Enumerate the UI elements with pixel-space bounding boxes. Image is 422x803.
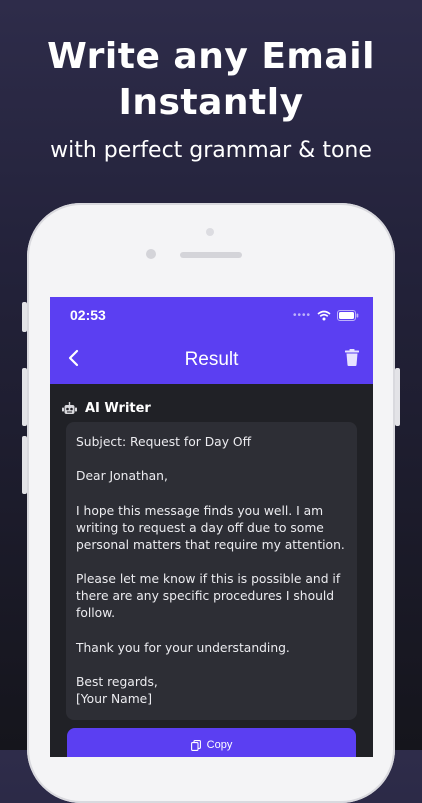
volume-down-button [22, 436, 27, 494]
status-time: 02:53 [70, 307, 106, 323]
proximity-sensor [206, 228, 214, 236]
ai-writer-label: AI Writer [85, 401, 151, 416]
promo-subhead: with perfect grammar & tone [50, 138, 372, 163]
email-line: Dear Jonathan, [76, 469, 168, 483]
promo-headline-line1: Write any Email [47, 36, 375, 77]
email-line: Please let me know if this is possible a… [76, 572, 341, 586]
email-line: Thank you for your understanding. [76, 641, 290, 655]
earpiece-speaker [180, 252, 242, 258]
promo-headline: Write any Email Instantly [0, 34, 422, 126]
ai-writer-header: AI Writer [62, 401, 151, 416]
email-line: there are any specific procedures I shou… [76, 589, 335, 603]
page-title: Result [184, 349, 239, 370]
email-line: Subject: Request for Day Off [76, 435, 252, 449]
copy-icon [190, 739, 201, 751]
email-line: I hope this message finds you well. I am [76, 504, 324, 518]
volume-up-button [22, 368, 27, 426]
front-camera [146, 249, 156, 259]
battery-icon [337, 310, 359, 321]
copy-button[interactable]: Copy [67, 728, 356, 757]
phone-screen: 02:53 •••• Result AI Writer Subject: Req… [50, 297, 373, 757]
promo-headline-line2: Instantly [118, 82, 304, 123]
trash-icon[interactable] [345, 349, 359, 366]
email-line: writing to request a day off due to some [76, 521, 324, 535]
copy-button-content: Copy [67, 739, 356, 751]
app-bar: 02:53 •••• Result [50, 297, 373, 384]
email-line: follow. [76, 606, 116, 620]
mute-switch [22, 302, 27, 332]
status-icons: •••• [293, 310, 359, 321]
email-line: personal matters that require my attenti… [76, 538, 345, 552]
email-line: [Your Name] [76, 692, 153, 706]
copy-button-label: Copy [206, 739, 233, 751]
chevron-left-icon[interactable] [66, 349, 82, 367]
wifi-icon [317, 310, 331, 321]
email-line: Best regards, [76, 675, 158, 689]
signal-dots-icon: •••• [292, 310, 311, 321]
email-result-card: Subject: Request for Day Off Dear Jonath… [66, 422, 357, 720]
robot-icon [62, 402, 77, 414]
power-button [395, 368, 400, 426]
